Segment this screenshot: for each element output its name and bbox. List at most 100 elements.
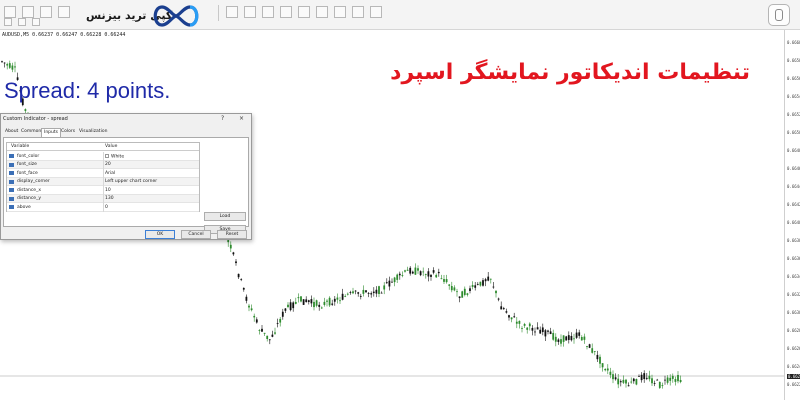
candle-body (362, 289, 365, 294)
toolbar-candle-chart-icon[interactable] (244, 6, 256, 18)
candle-body (518, 320, 521, 324)
candle-body (318, 304, 321, 307)
ok-button[interactable]: OK (145, 230, 175, 239)
variable-value[interactable]: White (105, 153, 124, 159)
toolbar-bar-chart-icon[interactable] (226, 6, 238, 18)
candle-body (268, 339, 271, 341)
candle-body (383, 285, 386, 290)
variable-value[interactable]: Arial (105, 171, 115, 176)
candle-body (573, 338, 575, 340)
cancel-button[interactable]: Cancel (181, 230, 211, 239)
toolbar-grid-icon[interactable] (32, 18, 40, 26)
candle-body (242, 287, 245, 290)
candle-body (388, 280, 391, 287)
candle-body (500, 306, 503, 310)
candle-body (422, 271, 425, 273)
candle-body (315, 300, 318, 306)
candle-body (502, 308, 505, 310)
inputs-panel: Variable Value font_color White font_siz… (3, 137, 249, 234)
variable-value[interactable]: 130 (105, 196, 114, 201)
candle-body (326, 300, 328, 302)
table-row[interactable]: display_corner Left upper chart corner (7, 177, 199, 186)
toolbar-period-icon[interactable] (4, 18, 12, 26)
tab-about[interactable]: About (3, 128, 20, 137)
candle-body (281, 311, 284, 317)
candle-body (352, 291, 354, 294)
toolbar-arrow-icon[interactable] (4, 6, 16, 18)
help-button[interactable]: ? (221, 115, 224, 122)
candle-body (11, 65, 14, 70)
variable-name: font_color (17, 153, 40, 159)
candle-body (287, 304, 289, 308)
candle-body (331, 303, 334, 305)
candle-body (528, 323, 531, 327)
toolbar-text-icon[interactable] (58, 6, 70, 18)
price-axis-label: 0.6654 (787, 94, 800, 99)
candle-body (305, 299, 308, 303)
price-axis-label: 0.6632 (787, 292, 800, 297)
table-row[interactable]: font_face Arial (7, 169, 199, 178)
variable-value[interactable]: Left upper chart corner (105, 179, 157, 184)
candle-body (302, 299, 305, 305)
candle-body (229, 244, 232, 249)
candle-body (617, 378, 620, 385)
toolbar-crosshair-icon[interactable] (22, 6, 34, 18)
price-axis-label: 0.6638 (787, 238, 800, 243)
toolbar-line-chart-icon[interactable] (262, 6, 274, 18)
toolbar-line-icon[interactable] (40, 6, 52, 18)
candle-body (1, 61, 3, 63)
candle-body (263, 332, 266, 334)
candle-body (669, 377, 672, 381)
load-button[interactable]: Load (204, 212, 246, 221)
candle-body (307, 300, 310, 302)
table-row[interactable]: distance_x 10 (7, 186, 199, 195)
tab-colors[interactable]: Colors (59, 128, 77, 137)
variable-value[interactable]: 20 (105, 162, 111, 167)
tab-common[interactable]: Common (19, 128, 43, 137)
candle-body (435, 274, 438, 278)
table-row[interactable]: above 0 (7, 203, 199, 212)
candle-body (448, 284, 451, 286)
candle-body (547, 330, 549, 332)
candle-body (313, 301, 315, 308)
variable-value[interactable]: 10 (105, 188, 111, 193)
toolbar-zoom-out-icon[interactable] (298, 6, 310, 18)
table-row[interactable]: distance_y 130 (7, 194, 199, 203)
candle-body (638, 375, 640, 377)
candle-body (411, 271, 414, 274)
candle-body (586, 346, 588, 348)
candle-body (619, 381, 622, 383)
candle-body (261, 328, 263, 332)
candle-body (396, 274, 399, 280)
variable-name: font_size (17, 162, 37, 167)
table-row[interactable]: font_color White (7, 152, 199, 161)
toolbar-periods-icon[interactable] (370, 6, 382, 18)
candle-body (645, 377, 648, 379)
candle-body (336, 297, 339, 300)
candle-body (359, 295, 362, 297)
table-row[interactable]: font_size 20 (7, 160, 199, 169)
price-axis-label: 0.6634 (787, 274, 800, 279)
close-button[interactable]: × (239, 115, 244, 122)
variable-value[interactable]: 0 (105, 205, 108, 210)
price-axis-label: 0.6660 (787, 40, 800, 45)
candle-body (255, 319, 258, 323)
toolbar-zoom-icon[interactable] (18, 18, 26, 26)
toolbar-templates-icon[interactable] (352, 6, 364, 18)
variable-type-icon (9, 205, 14, 209)
candle-body (531, 327, 534, 331)
candle-body (513, 316, 516, 318)
tab-visualization[interactable]: Visualization (77, 128, 109, 137)
screenshot: کپی ترید بیزنس AUDUSD,M5 0.66237 0.66247… (0, 0, 800, 400)
toolbar-zoom-in-icon[interactable] (280, 6, 292, 18)
candle-body (495, 290, 497, 294)
reset-button[interactable]: Reset (217, 230, 247, 239)
toolbar-tile-icon[interactable] (316, 6, 328, 18)
candle-body (463, 288, 466, 295)
dialog-title: Custom Indicator - spread (3, 116, 68, 122)
candle-body (367, 292, 370, 294)
toolbar-indicators-icon[interactable] (334, 6, 346, 18)
candle-body (476, 283, 479, 285)
candle-body (417, 268, 419, 271)
tab-inputs[interactable]: Inputs (41, 128, 61, 137)
